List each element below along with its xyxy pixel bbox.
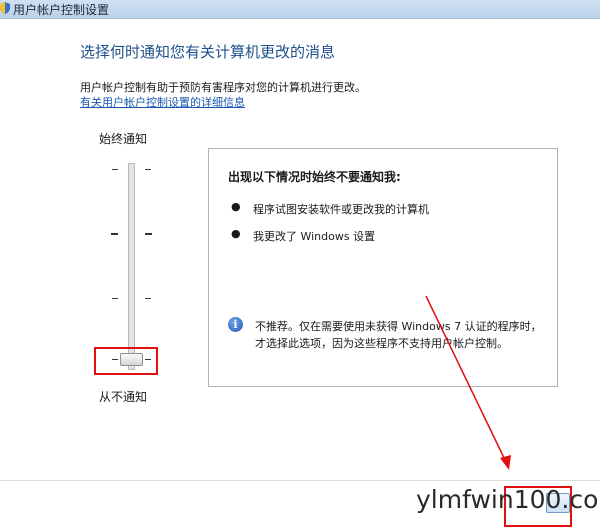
- watermark: ylmfwin100.com: [416, 485, 600, 514]
- annotation-arrow: [425, 295, 511, 470]
